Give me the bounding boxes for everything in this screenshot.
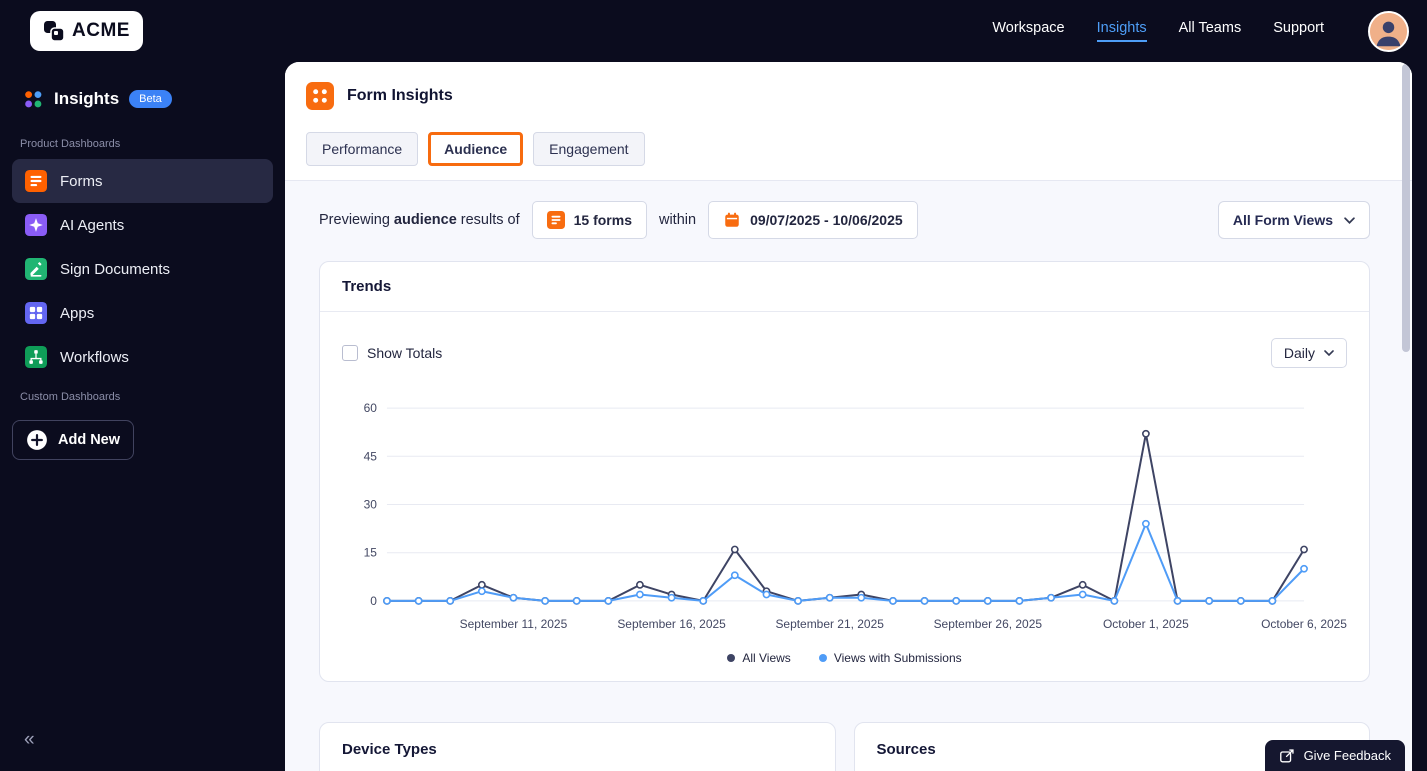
apps-icon <box>25 302 47 324</box>
nav-insights[interactable]: Insights <box>1096 20 1147 42</box>
top-nav: Workspace Insights All Teams Support <box>992 10 1409 52</box>
acme-logo[interactable]: ACME <box>30 11 143 51</box>
form-views-dropdown[interactable]: All Form Views <box>1217 201 1370 239</box>
within-label: within <box>658 212 697 228</box>
plus-circle-icon <box>27 430 47 450</box>
svg-text:September 16, 2025: September 16, 2025 <box>617 617 726 631</box>
filter-label: Previewing audience results of <box>319 212 520 228</box>
filter-row: Previewing audience results of 15 forms … <box>319 201 1370 239</box>
forms-filter-button[interactable]: 15 forms <box>531 201 647 239</box>
beta-badge: Beta <box>129 90 172 108</box>
content-area: Previewing audience results of 15 forms … <box>285 181 1412 771</box>
sidebar-item-apps[interactable]: Apps <box>12 291 273 335</box>
granularity-dropdown[interactable]: Daily <box>1270 338 1347 368</box>
tab-performance[interactable]: Performance <box>306 132 419 166</box>
user-icon <box>1370 12 1407 50</box>
date-range-label: 09/07/2025 - 10/06/2025 <box>750 212 903 228</box>
chevron-down-icon <box>1344 216 1355 224</box>
sidebar-item-label: AI Agents <box>60 216 125 234</box>
chart-legend: All Views Views with Submissions <box>342 651 1347 665</box>
top-bar: ACME Workspace Insights All Teams Suppor… <box>0 0 1427 62</box>
give-feedback-button[interactable]: Give Feedback <box>1264 740 1405 771</box>
sidebar-item-label: Sign Documents <box>60 260 171 278</box>
trends-line-chart: 0 15 30 45 60 September 11, 2025 September 16,… <box>364 401 1347 631</box>
ai-agents-icon <box>25 214 47 236</box>
svg-text:September 21, 2025: September 21, 2025 <box>775 617 884 631</box>
legend-dot-views-with-submissions <box>818 654 827 662</box>
svg-text:30: 30 <box>364 498 378 512</box>
main-header: Form Insights Performance Audience Engag… <box>285 62 1412 180</box>
tab-bar: Performance Audience Engagement <box>306 132 1391 180</box>
sidebar-item-sign-documents[interactable]: Sign Documents <box>12 247 273 291</box>
svg-text:60: 60 <box>364 401 378 415</box>
nav-support[interactable]: Support <box>1273 20 1324 42</box>
tab-audience[interactable]: Audience <box>428 132 524 166</box>
device-types-card: Device Types <box>319 722 836 771</box>
nav-workspace[interactable]: Workspace <box>992 20 1064 42</box>
svg-text:October 6, 2025: October 6, 2025 <box>1261 617 1347 631</box>
sidebar-item-label: Workflows <box>60 348 129 366</box>
date-range-button[interactable]: 09/07/2025 - 10/06/2025 <box>708 201 918 239</box>
acme-logo-icon <box>44 21 65 42</box>
sidebar-header: Insights Beta <box>0 62 285 126</box>
legend-dot-all-views <box>727 654 736 662</box>
svg-text:October 1, 2025: October 1, 2025 <box>1103 617 1189 631</box>
svg-text:0: 0 <box>370 594 377 608</box>
sidebar: Insights Beta Product Dashboards Forms A… <box>0 62 285 771</box>
sidebar-item-ai-agents[interactable]: AI Agents <box>12 203 273 247</box>
granularity-label: Daily <box>1283 345 1315 361</box>
sign-documents-icon <box>25 258 47 280</box>
form-insights-icon <box>306 82 334 110</box>
page-title: Form Insights <box>347 87 453 104</box>
sidebar-item-forms[interactable]: Forms <box>12 159 273 203</box>
sidebar-title: Insights <box>54 89 120 108</box>
svg-text:15: 15 <box>364 546 378 560</box>
show-totals-label: Show Totals <box>367 345 443 361</box>
nav-all-teams[interactable]: All Teams <box>1179 20 1242 42</box>
form-views-label: All Form Views <box>1232 212 1333 228</box>
feedback-label: Give Feedback <box>1303 748 1391 763</box>
legend-all-views: All Views <box>727 651 791 665</box>
avatar[interactable] <box>1368 10 1409 52</box>
trends-card: Trends Show Totals Daily 0 15 30 45 60 Septem… <box>319 261 1370 682</box>
add-new-label: Add New <box>58 432 121 448</box>
show-totals-toggle[interactable]: Show Totals <box>342 345 442 361</box>
workflows-icon <box>25 346 47 368</box>
insights-logo-icon <box>25 91 42 108</box>
logo-text: ACME <box>72 20 130 41</box>
chevron-down-icon <box>1324 350 1334 356</box>
svg-text:45: 45 <box>364 449 378 463</box>
sidebar-collapse-icon[interactable]: « <box>24 729 35 751</box>
calendar-icon <box>725 212 739 227</box>
main-panel: Form Insights Performance Audience Engag… <box>285 62 1412 771</box>
device-types-title: Device Types <box>342 741 437 758</box>
feedback-icon <box>1279 748 1294 762</box>
sidebar-item-label: Forms <box>60 172 103 190</box>
trends-title: Trends <box>320 262 1369 312</box>
show-totals-checkbox[interactable] <box>342 345 358 361</box>
bottom-cards-row: Device Types Sources <box>319 722 1370 771</box>
section-label-product-dashboards: Product Dashboards <box>20 138 121 150</box>
forms-filter-label: 15 forms <box>573 212 632 228</box>
legend-views-with-submissions: Views with Submissions <box>818 651 962 665</box>
svg-text:September 26, 2025: September 26, 2025 <box>934 617 1043 631</box>
section-label-custom-dashboards: Custom Dashboards <box>20 391 121 403</box>
add-new-button[interactable]: Add New <box>12 420 135 460</box>
scrollbar-thumb[interactable] <box>1402 64 1410 352</box>
forms-icon <box>25 170 47 192</box>
sidebar-item-label: Apps <box>60 304 95 322</box>
sidebar-item-workflows[interactable]: Workflows <box>12 335 273 379</box>
forms-icon <box>546 211 565 229</box>
svg-text:September 11, 2025: September 11, 2025 <box>460 617 568 631</box>
tab-engagement[interactable]: Engagement <box>533 132 645 166</box>
